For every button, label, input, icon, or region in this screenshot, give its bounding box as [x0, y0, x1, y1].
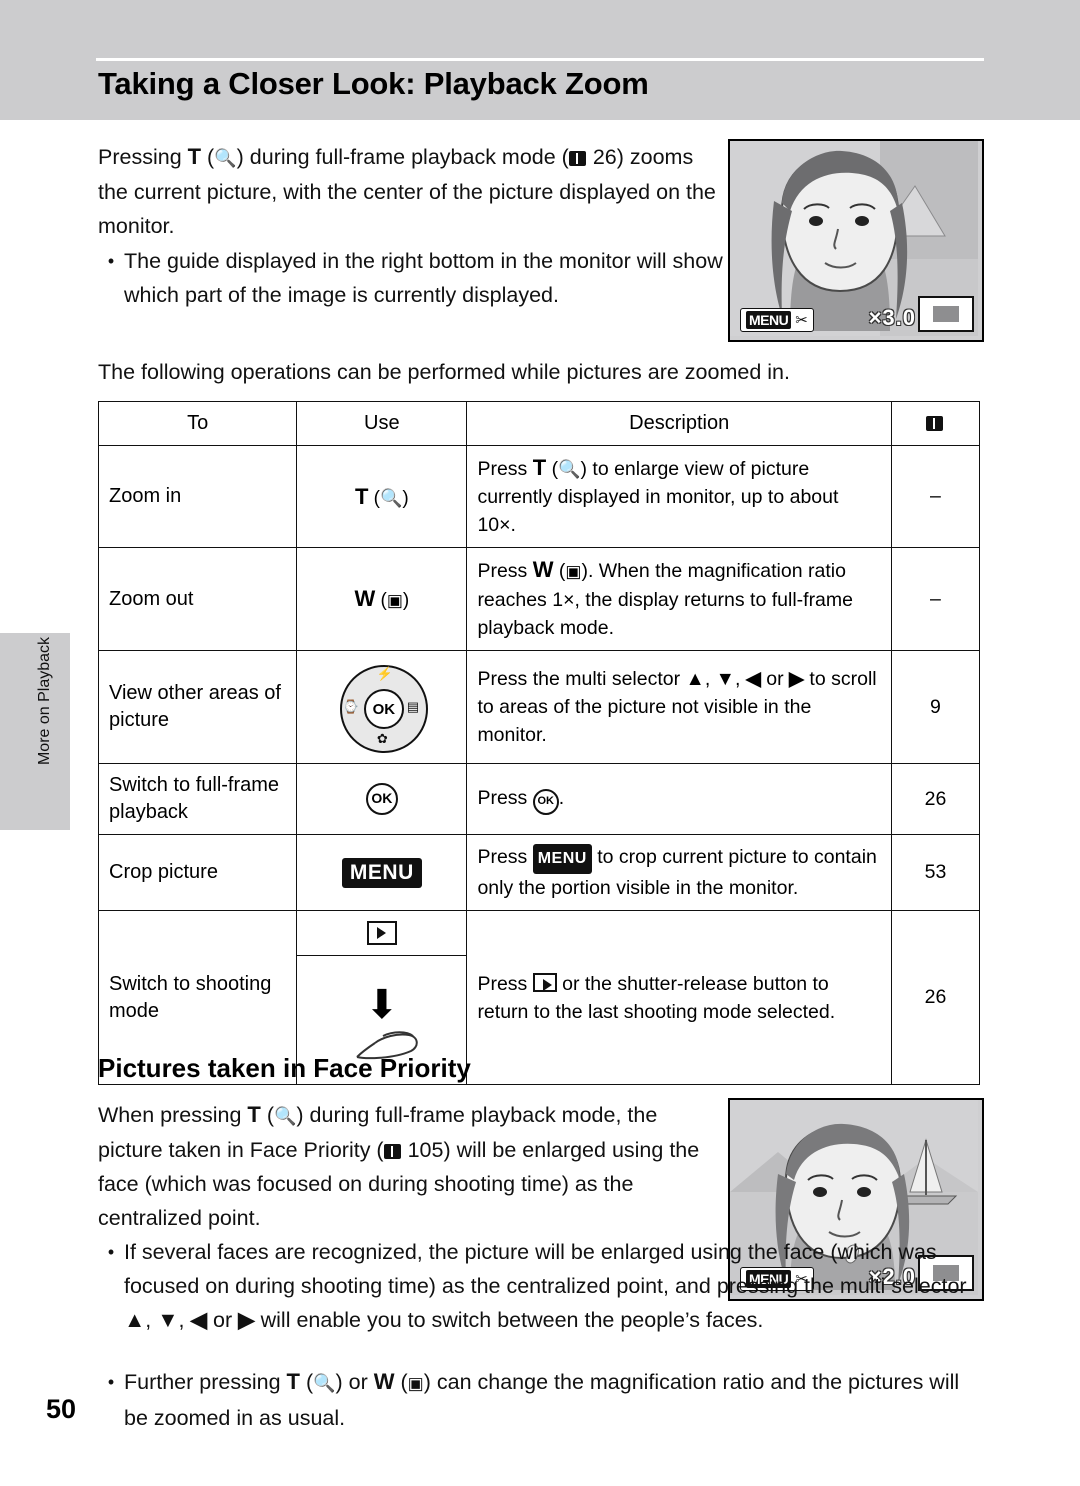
row-zoom-in-description: Press T (🔍) to enlarge view of picture c…: [466, 445, 892, 548]
header-to: To: [97, 401, 298, 446]
row-zoom-out-description: Press W (▣). When the magnification rati…: [466, 547, 892, 651]
book-icon: [926, 416, 944, 431]
ok-button-icon: OK: [365, 783, 398, 815]
row-zoom-in-control: T (🔍): [296, 445, 468, 548]
row-switch-full-description: Press OK.: [466, 763, 892, 835]
following-text: The following operations can be performe…: [98, 360, 790, 384]
intro-paragraph: Pressing T (🔍) during full-frame playbac…: [98, 144, 716, 238]
list-item: • If several faces are recognized, the p…: [98, 1235, 984, 1337]
table-row: Crop picture MENU Press MENU to crop cur…: [97, 834, 981, 911]
row-crop-label: Crop picture: [97, 834, 298, 911]
book-icon: [568, 151, 586, 166]
row-switch-full-page: 26: [890, 763, 981, 835]
section-paragraph: When pressing T (🔍) during full-frame pl…: [98, 1102, 700, 1230]
row-shooting-description: Press or the shutter-release button to r…: [466, 910, 892, 1085]
header-description: Description: [466, 401, 892, 446]
header-use: Use: [296, 401, 468, 446]
row-zoom-out-control: W (▣): [296, 547, 468, 651]
table-header-row: To Use Description: [97, 401, 981, 446]
playback-button-icon: [532, 972, 557, 992]
row-crop-page: 53: [890, 834, 981, 911]
row-zoom-in-page: –: [890, 445, 981, 548]
menu-button-icon: MENU: [341, 857, 422, 888]
section-bullet-2-text: Further pressing T (🔍) or W (▣) can chan…: [124, 1369, 960, 1430]
page-number: 50: [46, 1394, 77, 1424]
zoom-guide-inner: [933, 306, 959, 322]
table-row: View other areas of picture ⚡ ✿ ⌚ ▤ OK P…: [97, 650, 981, 764]
document-page: Taking a Closer Look: Playback Zoom More…: [0, 0, 1080, 1486]
side-tab: [0, 633, 70, 830]
row-switch-full-control: OK: [296, 763, 468, 835]
playback-button-icon: [297, 911, 467, 956]
row-zoom-in-label: Zoom in: [97, 445, 298, 548]
exposure-comp-icon: ▤: [406, 699, 420, 714]
menu-crop-indicator: MENU ✂: [740, 308, 814, 332]
bullet-dot-icon: •: [107, 1242, 115, 1262]
menu-button-icon: MENU: [532, 844, 592, 874]
bullet-dot-icon: •: [107, 1372, 115, 1392]
section-bullet-1-text: If several faces are recognized, the pic…: [124, 1240, 967, 1332]
ok-button-icon: OK: [532, 788, 559, 815]
menu-label: MENU: [746, 311, 792, 329]
finger-icon: [353, 1027, 418, 1060]
zoom-ratio-label: ×3.0: [868, 305, 916, 330]
flash-icon: ⚡: [376, 666, 394, 681]
section-bullet-2: • Further pressing T (🔍) or W (▣) can ch…: [98, 1365, 984, 1435]
row-view-areas-control: ⚡ ✿ ⌚ ▤ OK: [296, 650, 468, 764]
multi-selector-icon: ⚡ ✿ ⌚ ▤ OK: [334, 659, 430, 755]
table-row: Switch to full-frame playback OK Press O…: [97, 763, 981, 835]
row-view-areas-description: Press the multi selector ▲, ▼, ◀ or ▶ to…: [466, 650, 892, 764]
row-zoom-out-page: –: [890, 547, 981, 651]
row-crop-control: MENU: [296, 834, 468, 911]
camera-screenshot-zoom3: MENU ✂ ×3.0: [728, 139, 984, 342]
row-view-areas-page: 9: [890, 650, 981, 764]
macro-icon: ✿: [376, 731, 388, 746]
table-row: Zoom in T (🔍) Press T (🔍) to enlarge vie…: [97, 445, 981, 548]
bullet-dot-icon: •: [107, 251, 115, 271]
row-view-areas-label: View other areas of picture: [97, 650, 298, 764]
row-shooting-page: 26: [890, 910, 981, 1085]
down-arrow-icon: ⬇: [365, 983, 399, 1027]
operations-table: To Use Description Zoom in T (🔍) Press T…: [97, 401, 981, 1085]
row-zoom-out-label: Zoom out: [97, 547, 298, 651]
intro-bullet-list: • The guide displayed in the right botto…: [98, 244, 723, 312]
page-title: Taking a Closer Look: Playback Zoom: [98, 66, 649, 101]
screenshot1-osd: MENU ✂ ×3.0: [730, 294, 982, 340]
section-bullet-1: • If several faces are recognized, the p…: [98, 1235, 984, 1337]
header-rule: [96, 58, 984, 61]
intro-bullet-text: The guide displayed in the right bottom …: [124, 249, 723, 307]
section-heading: Pictures taken in Face Priority: [98, 1053, 471, 1083]
list-item: • The guide displayed in the right botto…: [98, 244, 723, 312]
row-crop-description: Press MENU to crop current picture to co…: [466, 834, 892, 911]
list-item: • Further pressing T (🔍) or W (▣) can ch…: [98, 1365, 984, 1435]
book-icon: [383, 1144, 401, 1159]
row-switch-full-label: Switch to full-frame playback: [97, 763, 298, 835]
header-page: [890, 401, 981, 446]
table-row: Zoom out W (▣) Press W (▣). When the mag…: [97, 547, 981, 651]
ok-button-icon: OK: [363, 689, 404, 729]
self-timer-icon: ⌚: [342, 699, 360, 714]
scissors-icon: ✂: [795, 312, 808, 329]
zoom-guide-box: [918, 296, 974, 332]
side-tab-label: More on Playback: [36, 636, 53, 766]
